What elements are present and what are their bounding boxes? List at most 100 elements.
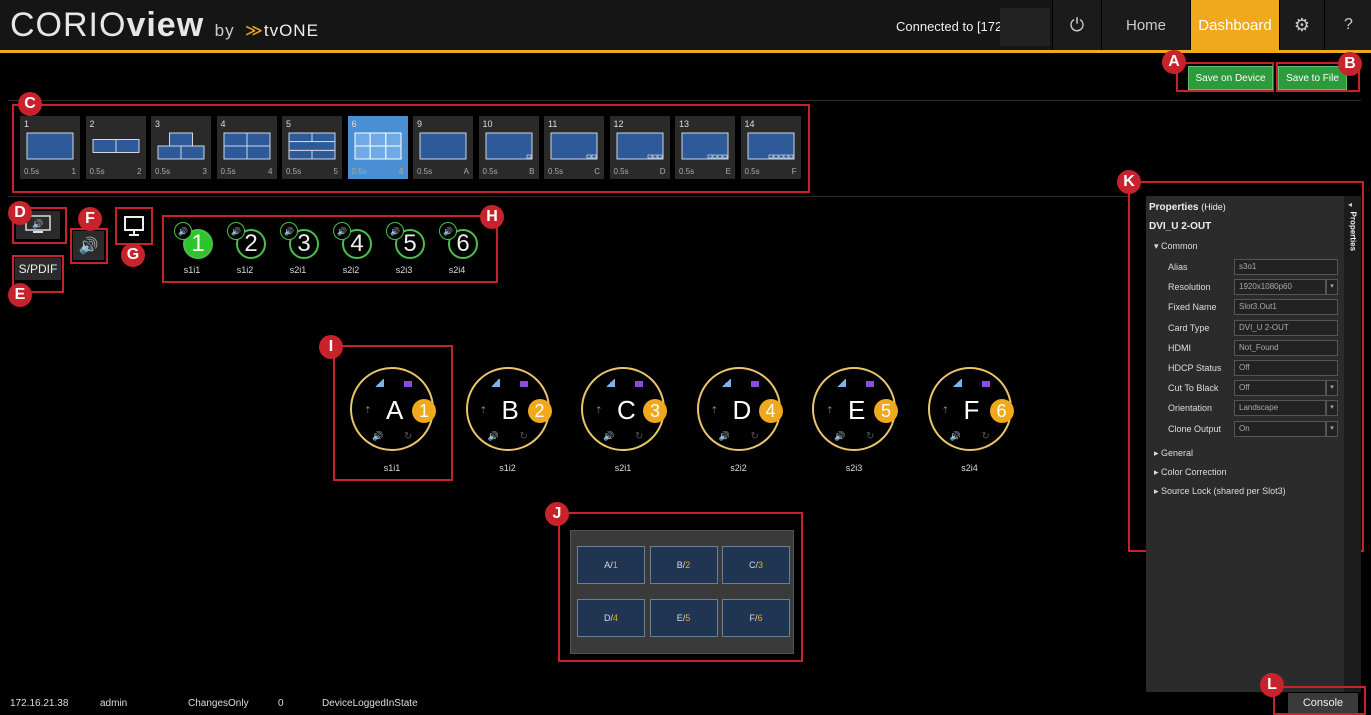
window-cell-F[interactable]: F/6: [722, 599, 790, 637]
window-cell-D[interactable]: D/4: [577, 599, 645, 637]
preset-11[interactable]: 11 0.5s C: [544, 116, 604, 179]
property-select[interactable]: 1920x1080p60: [1234, 279, 1326, 296]
monitor-button[interactable]: [119, 211, 149, 241]
aspect-icon[interactable]: [836, 379, 846, 387]
preset-3[interactable]: 3 0.5s 3: [151, 116, 211, 179]
speaker-icon[interactable]: 🔊: [333, 222, 351, 240]
property-label: Alias: [1168, 262, 1188, 272]
preset-13[interactable]: 13 0.5s E: [675, 116, 735, 179]
property-label: Card Type: [1168, 322, 1210, 333]
output-B[interactable]: B 2 ⇡ 🔊 ↻: [465, 367, 552, 451]
preset-number: 3: [155, 119, 161, 129]
save-on-device-button[interactable]: Save on Device: [1188, 66, 1273, 90]
audio-icon[interactable]: 🔊: [488, 431, 499, 442]
audio-icon[interactable]: 🔊: [603, 431, 614, 442]
nav-home[interactable]: Home: [1101, 0, 1190, 50]
property-select[interactable]: On: [1234, 420, 1326, 437]
preset-9[interactable]: 9 0.5s A: [413, 116, 473, 179]
nav-dashboard[interactable]: Dashboard: [1190, 0, 1279, 50]
section-collapsed[interactable]: ▸ Source Lock (shared per Slot3): [1154, 486, 1286, 497]
preset-5[interactable]: 5 0.5s 5: [282, 116, 342, 179]
audio-icon[interactable]: 🔊: [372, 431, 383, 442]
output-C[interactable]: C 3 ⇡ 🔊 ↻: [581, 367, 667, 451]
properties-hide-link[interactable]: (Hide): [1201, 202, 1226, 212]
aspect-icon[interactable]: [374, 379, 384, 387]
output-F[interactable]: F 6 ⇡ 🔊 ↻: [927, 367, 1014, 451]
chevron-down-icon[interactable]: ▾: [1326, 380, 1338, 397]
output-A[interactable]: A 1 ⇡ 🔊 ↻: [350, 367, 436, 451]
audio-icon[interactable]: 🔊: [719, 431, 730, 442]
aspect-icon[interactable]: [489, 379, 500, 387]
color-icon[interactable]: [519, 381, 528, 387]
save-to-file-button[interactable]: Save to File: [1278, 66, 1347, 90]
property-input[interactable]: Not_Found: [1234, 339, 1338, 356]
rotate-icon[interactable]: ↻: [520, 431, 528, 442]
chevron-down-icon[interactable]: ▾: [1326, 279, 1338, 296]
chevron-down-icon[interactable]: ▾: [1326, 420, 1338, 437]
window-cell-A[interactable]: A/1: [577, 546, 645, 584]
speaker-icon[interactable]: 🔊: [386, 222, 404, 240]
lock-icon[interactable]: ⇡: [595, 405, 603, 416]
preset-2[interactable]: 2 0.5s 2: [85, 116, 146, 179]
preset-10[interactable]: 10 0.5s B: [478, 116, 539, 179]
color-icon[interactable]: [750, 381, 759, 387]
rotate-icon[interactable]: ↻: [866, 431, 874, 442]
property-input[interactable]: Slot3.Out1: [1234, 299, 1338, 316]
collapse-arrow-icon[interactable]: ◂: [1348, 200, 1352, 209]
speaker-icon[interactable]: 🔊: [280, 222, 298, 240]
preset-6[interactable]: 6 0.5s 6: [347, 116, 408, 179]
color-icon[interactable]: [635, 381, 643, 387]
section-collapsed[interactable]: ▸ Color Correction: [1154, 467, 1227, 478]
console-button[interactable]: Console: [1288, 693, 1358, 713]
audio-icon[interactable]: 🔊: [73, 231, 104, 260]
speaker-icon[interactable]: 🔊: [227, 222, 245, 240]
property-select[interactable]: Off: [1234, 380, 1326, 397]
callout-c: C: [18, 92, 42, 116]
rotate-icon[interactable]: ↻: [751, 431, 759, 442]
audio-icon[interactable]: 🔊: [834, 431, 845, 442]
lock-icon[interactable]: ⇡: [942, 405, 950, 416]
color-icon[interactable]: [404, 381, 412, 387]
property-input[interactable]: DVI_U 2-OUT: [1234, 319, 1338, 336]
chevron-down-icon[interactable]: ▾: [1326, 400, 1338, 417]
section-collapsed[interactable]: ▸ General: [1154, 448, 1193, 459]
window-cell-C[interactable]: C/3: [722, 546, 790, 584]
preset-14[interactable]: 14 0.5s F: [740, 116, 801, 179]
property-input[interactable]: Off: [1234, 360, 1338, 376]
aspect-icon[interactable]: [720, 379, 731, 387]
output-E[interactable]: E 5 ⇡ 🔊 ↻: [812, 367, 898, 451]
lock-icon[interactable]: ⇡: [480, 405, 488, 416]
gear-icon[interactable]: ⚙: [1279, 0, 1324, 50]
section-common[interactable]: ▾ Common: [1154, 241, 1198, 252]
callout-b: B: [1338, 52, 1362, 76]
property-label: HDMI: [1168, 342, 1191, 353]
rotate-icon[interactable]: ↻: [635, 431, 643, 442]
color-icon[interactable]: [981, 381, 990, 387]
rotate-icon[interactable]: ↻: [404, 431, 412, 442]
window-source: 2: [685, 560, 691, 570]
rotate-icon[interactable]: ↻: [982, 431, 990, 442]
property-select[interactable]: Landscape: [1234, 400, 1326, 417]
preset-1[interactable]: 1 0.5s 1: [20, 116, 80, 179]
output-D[interactable]: D 4 ⇡ 🔊 ↻: [696, 367, 783, 451]
lock-icon[interactable]: ⇡: [826, 405, 834, 416]
spdif-button[interactable]: S/PDIF: [15, 258, 61, 280]
properties-side-tab[interactable]: ◂ Properties: [1344, 196, 1361, 692]
window-cell-E[interactable]: E/5: [649, 599, 718, 637]
preset-12[interactable]: 12 0.5s D: [609, 116, 670, 179]
lock-icon[interactable]: ⇡: [364, 405, 372, 416]
preset-transition-time: 0.5s: [286, 167, 302, 176]
help-button[interactable]: ?: [1324, 0, 1371, 50]
speaker-icon[interactable]: 🔊: [439, 222, 457, 240]
lock-icon[interactable]: ⇡: [711, 405, 719, 416]
aspect-icon[interactable]: [951, 379, 962, 387]
power-icon[interactable]: ⏻: [1052, 0, 1101, 50]
window-cell-B[interactable]: B/2: [649, 546, 718, 584]
property-input[interactable]: s3o1: [1234, 259, 1338, 275]
preset-4[interactable]: 4 0.5s 4: [216, 116, 277, 179]
audio-icon[interactable]: 🔊: [950, 431, 961, 442]
aspect-icon[interactable]: [605, 379, 615, 387]
color-icon[interactable]: [866, 381, 874, 387]
output-letter: E: [848, 395, 866, 425]
speaker-icon[interactable]: 🔊: [174, 222, 192, 240]
